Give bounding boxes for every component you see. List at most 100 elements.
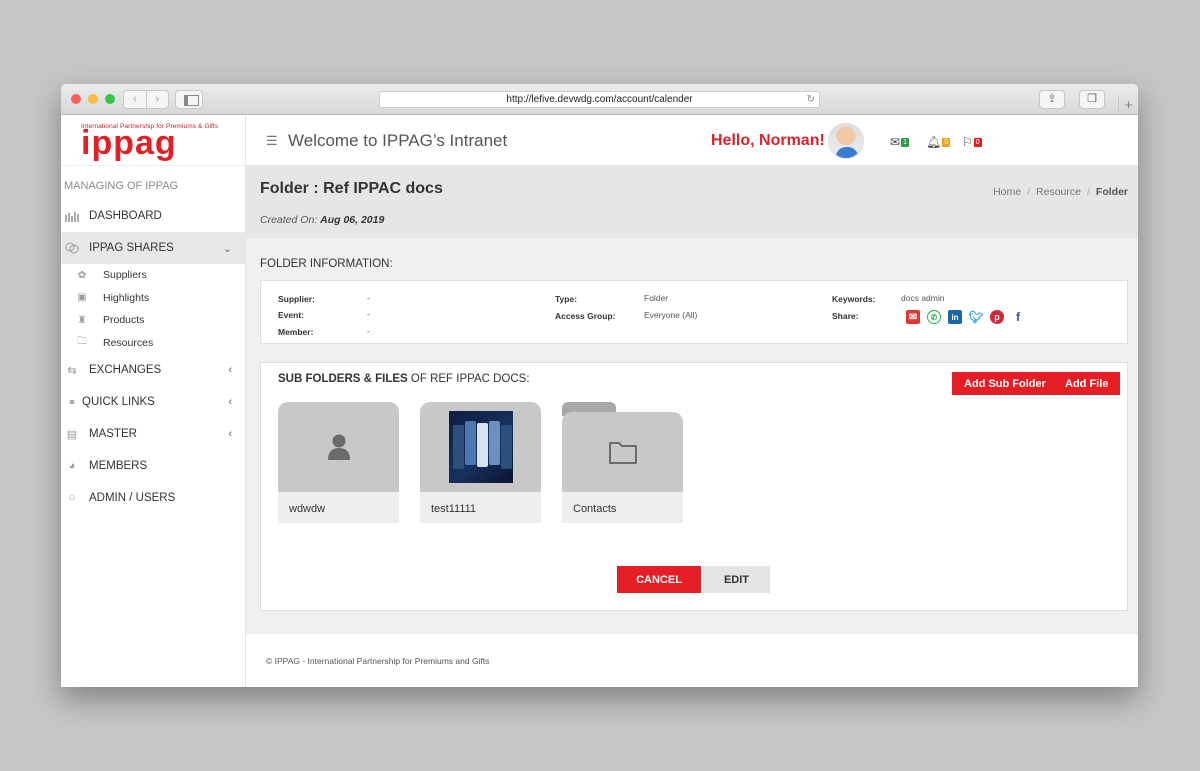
- access-group-value: Everyone (All): [644, 310, 698, 320]
- sidebar-subitem-label: Highlights: [103, 291, 150, 304]
- logo-wordmark: ippag: [81, 124, 177, 162]
- tile-caption: wdwdw: [278, 492, 399, 523]
- tile-caption: test11111: [420, 492, 541, 523]
- forward-icon[interactable]: ›: [147, 91, 169, 108]
- tile-thumbnail: [420, 402, 541, 492]
- access-group-label: Access Group:: [555, 311, 616, 321]
- exchange-icon: ⇆: [67, 364, 77, 377]
- menu-icon[interactable]: ☰: [266, 133, 278, 149]
- member-value: -: [367, 326, 370, 336]
- type-value: Folder: [644, 293, 669, 303]
- shares-icon: [65, 242, 79, 254]
- breadcrumb-current: Folder: [1095, 186, 1128, 198]
- circle-icon: ○: [68, 492, 76, 504]
- sidebar-item-label: ADMIN / USERS: [89, 492, 176, 504]
- files-heading-bold: SUB FOLDERS & FILES: [278, 373, 408, 385]
- chevron-left-icon: ‹: [228, 396, 232, 408]
- mail-count-badge: 1: [901, 137, 909, 147]
- page-title: Folder : Ref IPPAC docs: [260, 180, 443, 197]
- sidebar-toggle-icon[interactable]: [175, 90, 203, 109]
- twitter-share-icon[interactable]: 🐦︎: [968, 310, 984, 324]
- tile-thumbnail: [562, 412, 683, 492]
- breadcrumb-separator: /: [1086, 186, 1090, 198]
- sidebar-subitem-suppliers[interactable]: ✿ Suppliers: [61, 264, 245, 287]
- breadcrumb-resource[interactable]: Resource: [1036, 186, 1081, 198]
- chart-icon: [65, 210, 79, 222]
- chevron-down-icon: ⌄: [222, 242, 232, 255]
- minimize-window-button[interactable]: [88, 94, 98, 104]
- supplier-label: Supplier:: [278, 294, 315, 304]
- page-header: Folder : Ref IPPAC docs Created On: Aug …: [246, 166, 1138, 238]
- sidebar-item-label: DASHBOARD: [89, 210, 162, 222]
- sidebar-item-ippag-shares[interactable]: IPPAG SHARES ⌄: [61, 232, 245, 264]
- browser-titlebar: ‹ › http://lefive.devwdg.com/account/cal…: [61, 84, 1138, 115]
- top-header: ☰ Welcome to IPPAG’s Intranet Hello, Nor…: [246, 115, 1138, 166]
- file-tile[interactable]: test11111: [420, 402, 541, 523]
- highlight-icon: ▣: [77, 292, 87, 304]
- back-icon[interactable]: ‹: [124, 91, 147, 108]
- cancel-button[interactable]: CANCEL: [617, 566, 701, 593]
- file-tile[interactable]: wdwdw: [278, 402, 399, 523]
- folder-icon: [608, 441, 637, 464]
- flag-icon: ⚐: [962, 135, 973, 149]
- whatsapp-share-icon[interactable]: ✆: [927, 310, 941, 324]
- url-text: http://lefive.devwdg.com/account/calende…: [506, 94, 693, 105]
- keywords-value: docs admin: [901, 293, 945, 303]
- address-bar[interactable]: http://lefive.devwdg.com/account/calende…: [379, 91, 820, 108]
- member-label: Member:: [278, 327, 314, 337]
- maximize-window-button[interactable]: [105, 94, 115, 104]
- event-label: Event:: [278, 310, 304, 320]
- sidebar-item-dashboard[interactable]: DASHBOARD: [61, 200, 245, 232]
- sidebar-subitem-highlights[interactable]: ▣ Highlights: [61, 287, 245, 310]
- bell-notification[interactable]: 🔔︎ 0: [926, 135, 951, 149]
- created-on: Created On: Aug 06, 2019: [260, 214, 384, 226]
- supplier-value: -: [367, 293, 370, 303]
- facebook-share-icon[interactable]: f: [1011, 310, 1025, 324]
- sidebar-subitem-products[interactable]: ♜ Products: [61, 309, 245, 332]
- link-icon: ⚭: [67, 396, 77, 409]
- chevron-left-icon: ‹: [228, 428, 232, 440]
- sidebar-subitem-resources[interactable]: 🗀 Resources: [61, 332, 245, 355]
- logo[interactable]: International Partnership for Premiums &…: [61, 115, 245, 166]
- tabs-overview-icon[interactable]: ❐: [1079, 90, 1105, 109]
- keywords-label: Keywords:: [832, 294, 876, 304]
- pinterest-share-icon[interactable]: p: [990, 310, 1004, 324]
- add-file-button[interactable]: Add File: [1053, 372, 1121, 395]
- folder-info-heading: FOLDER INFORMATION:: [260, 258, 393, 270]
- share-icons: ✉ ✆ in 🐦︎ p f: [906, 310, 1025, 324]
- created-date: Aug 06, 2019: [320, 214, 385, 226]
- sidebar-item-members[interactable]: ◕ MEMBERS: [61, 450, 245, 482]
- close-window-button[interactable]: [71, 94, 81, 104]
- mail-notification[interactable]: ✉ 1: [890, 135, 909, 149]
- tile-thumbnail: [278, 402, 399, 492]
- sidebar-subitem-label: Products: [103, 314, 145, 327]
- sidebar-section-title: MANAGING OF IPPAG: [64, 180, 179, 192]
- flag-count-badge: 0: [973, 137, 982, 147]
- type-label: Type:: [555, 294, 578, 304]
- footer-text: © IPPAG - International Partnership for …: [266, 656, 490, 666]
- edit-button[interactable]: EDIT: [703, 566, 770, 593]
- files-heading: SUB FOLDERS & FILES OF REF IPPAC DOCS:: [278, 373, 530, 385]
- avatar[interactable]: [828, 123, 864, 159]
- reload-icon[interactable]: ↻: [807, 92, 815, 107]
- event-value: -: [367, 309, 370, 319]
- sidebar-item-quick-links[interactable]: ⚭ QUICK LINKS ‹: [61, 386, 245, 418]
- share-icon[interactable]: ⇪: [1039, 90, 1065, 109]
- tile-caption: Contacts: [562, 492, 683, 523]
- linkedin-share-icon[interactable]: in: [948, 310, 962, 324]
- sidebar-subitem-label: Resources: [103, 336, 154, 349]
- sidebar-item-label: IPPAG SHARES: [89, 242, 174, 254]
- new-tab-icon[interactable]: +: [1118, 96, 1138, 115]
- sidebar-item-admin-users[interactable]: ○ ADMIN / USERS: [61, 482, 245, 514]
- sidebar-item-label: MEMBERS: [89, 460, 148, 472]
- breadcrumb-home[interactable]: Home: [993, 186, 1021, 198]
- sidebar-item-master[interactable]: ▤ MASTER ‹: [61, 418, 245, 450]
- sidebar-item-exchanges[interactable]: ⇆ EXCHANGES ‹: [61, 354, 245, 386]
- add-sub-folder-button[interactable]: Add Sub Folder: [952, 372, 1058, 395]
- files-heading-rest: OF REF IPPAC DOCS:: [410, 373, 530, 385]
- flag-notification[interactable]: ⚐ 0: [962, 135, 982, 149]
- sidebar-item-label: MASTER: [89, 428, 137, 440]
- email-share-icon[interactable]: ✉: [906, 310, 920, 324]
- folder-tile[interactable]: Contacts: [562, 402, 683, 523]
- history-nav: ‹ ›: [123, 90, 169, 109]
